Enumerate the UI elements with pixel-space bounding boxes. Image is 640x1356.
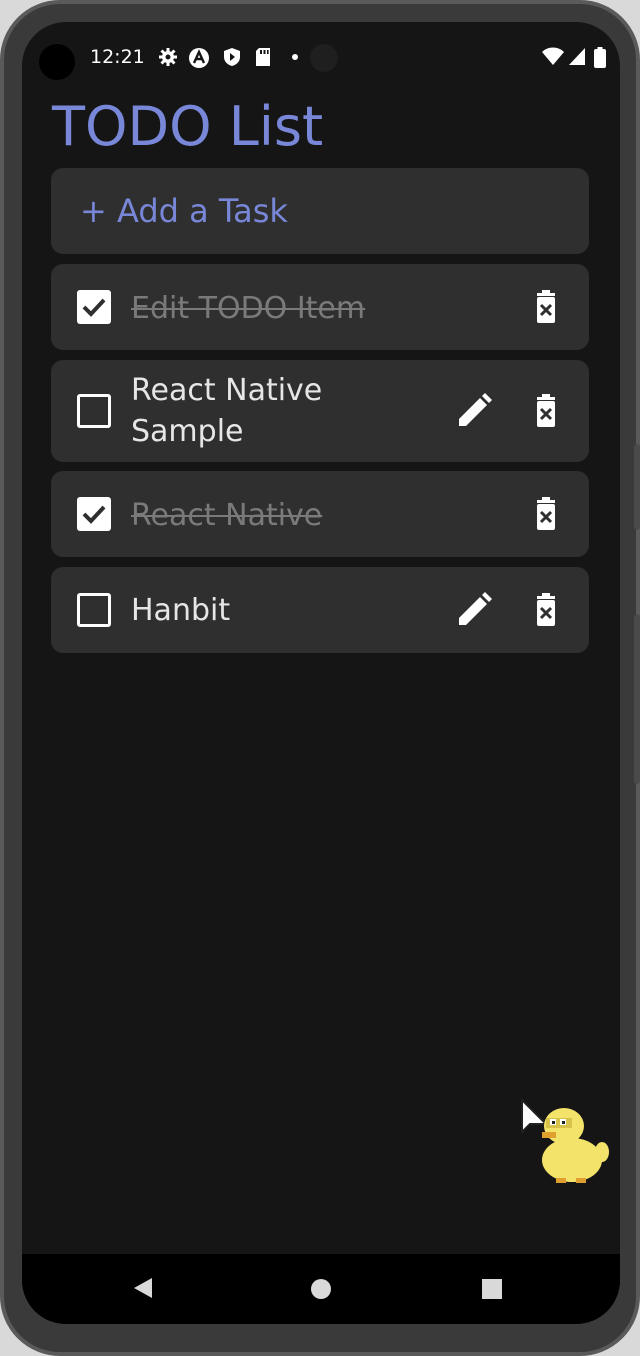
wifi-icon — [542, 47, 564, 67]
edit-icon[interactable] — [454, 391, 494, 431]
dot-icon — [292, 54, 298, 60]
delete-icon[interactable] — [526, 590, 566, 630]
checkbox-unchecked[interactable] — [77, 593, 111, 627]
home-icon[interactable] — [311, 1279, 331, 1299]
checkbox-checked[interactable] — [77, 497, 111, 531]
task-item: React Native Sample — [51, 360, 589, 462]
delete-icon[interactable] — [526, 494, 566, 534]
notch-camera — [310, 44, 338, 72]
check-icon — [82, 505, 106, 524]
battery-icon — [594, 47, 606, 68]
cursor-icon — [521, 1097, 549, 1135]
checkbox-checked[interactable] — [77, 290, 111, 324]
checkbox-unchecked[interactable] — [77, 394, 111, 428]
task-text: Edit TODO Item — [131, 291, 366, 326]
task-text: Hanbit — [131, 593, 231, 628]
page-title: TODO List — [52, 95, 324, 158]
task-item: Hanbit — [51, 567, 589, 653]
power-button — [634, 444, 640, 530]
check-icon — [82, 298, 106, 317]
shield-icon — [222, 47, 242, 67]
delete-icon[interactable] — [526, 391, 566, 431]
add-task-input[interactable]: + Add a Task — [51, 168, 589, 254]
back-icon[interactable] — [132, 1276, 154, 1305]
phone-frame: 12:21 TODO List + Add a Task Edit TODO I… — [0, 0, 640, 1356]
task-item: Edit TODO Item — [51, 264, 589, 350]
add-task-label: + Add a Task — [80, 192, 288, 230]
sd-card-icon — [254, 47, 274, 67]
task-item: React Native — [51, 471, 589, 557]
app-a-icon — [188, 47, 209, 68]
front-camera — [39, 44, 75, 80]
screen: 12:21 TODO List + Add a Task Edit TODO I… — [22, 22, 620, 1324]
navigation-bar — [22, 1254, 620, 1324]
task-text: React Native Sample — [131, 373, 323, 449]
status-time: 12:21 — [90, 46, 145, 68]
duck-mascot-icon — [520, 1097, 612, 1190]
delete-icon[interactable] — [526, 287, 566, 327]
signal-icon — [568, 47, 586, 67]
volume-button — [634, 614, 640, 784]
status-bar: 12:21 — [22, 22, 620, 92]
task-text: React Native — [131, 498, 323, 533]
edit-icon[interactable] — [454, 590, 494, 630]
recents-icon[interactable] — [482, 1279, 502, 1299]
gear-icon — [158, 47, 178, 67]
